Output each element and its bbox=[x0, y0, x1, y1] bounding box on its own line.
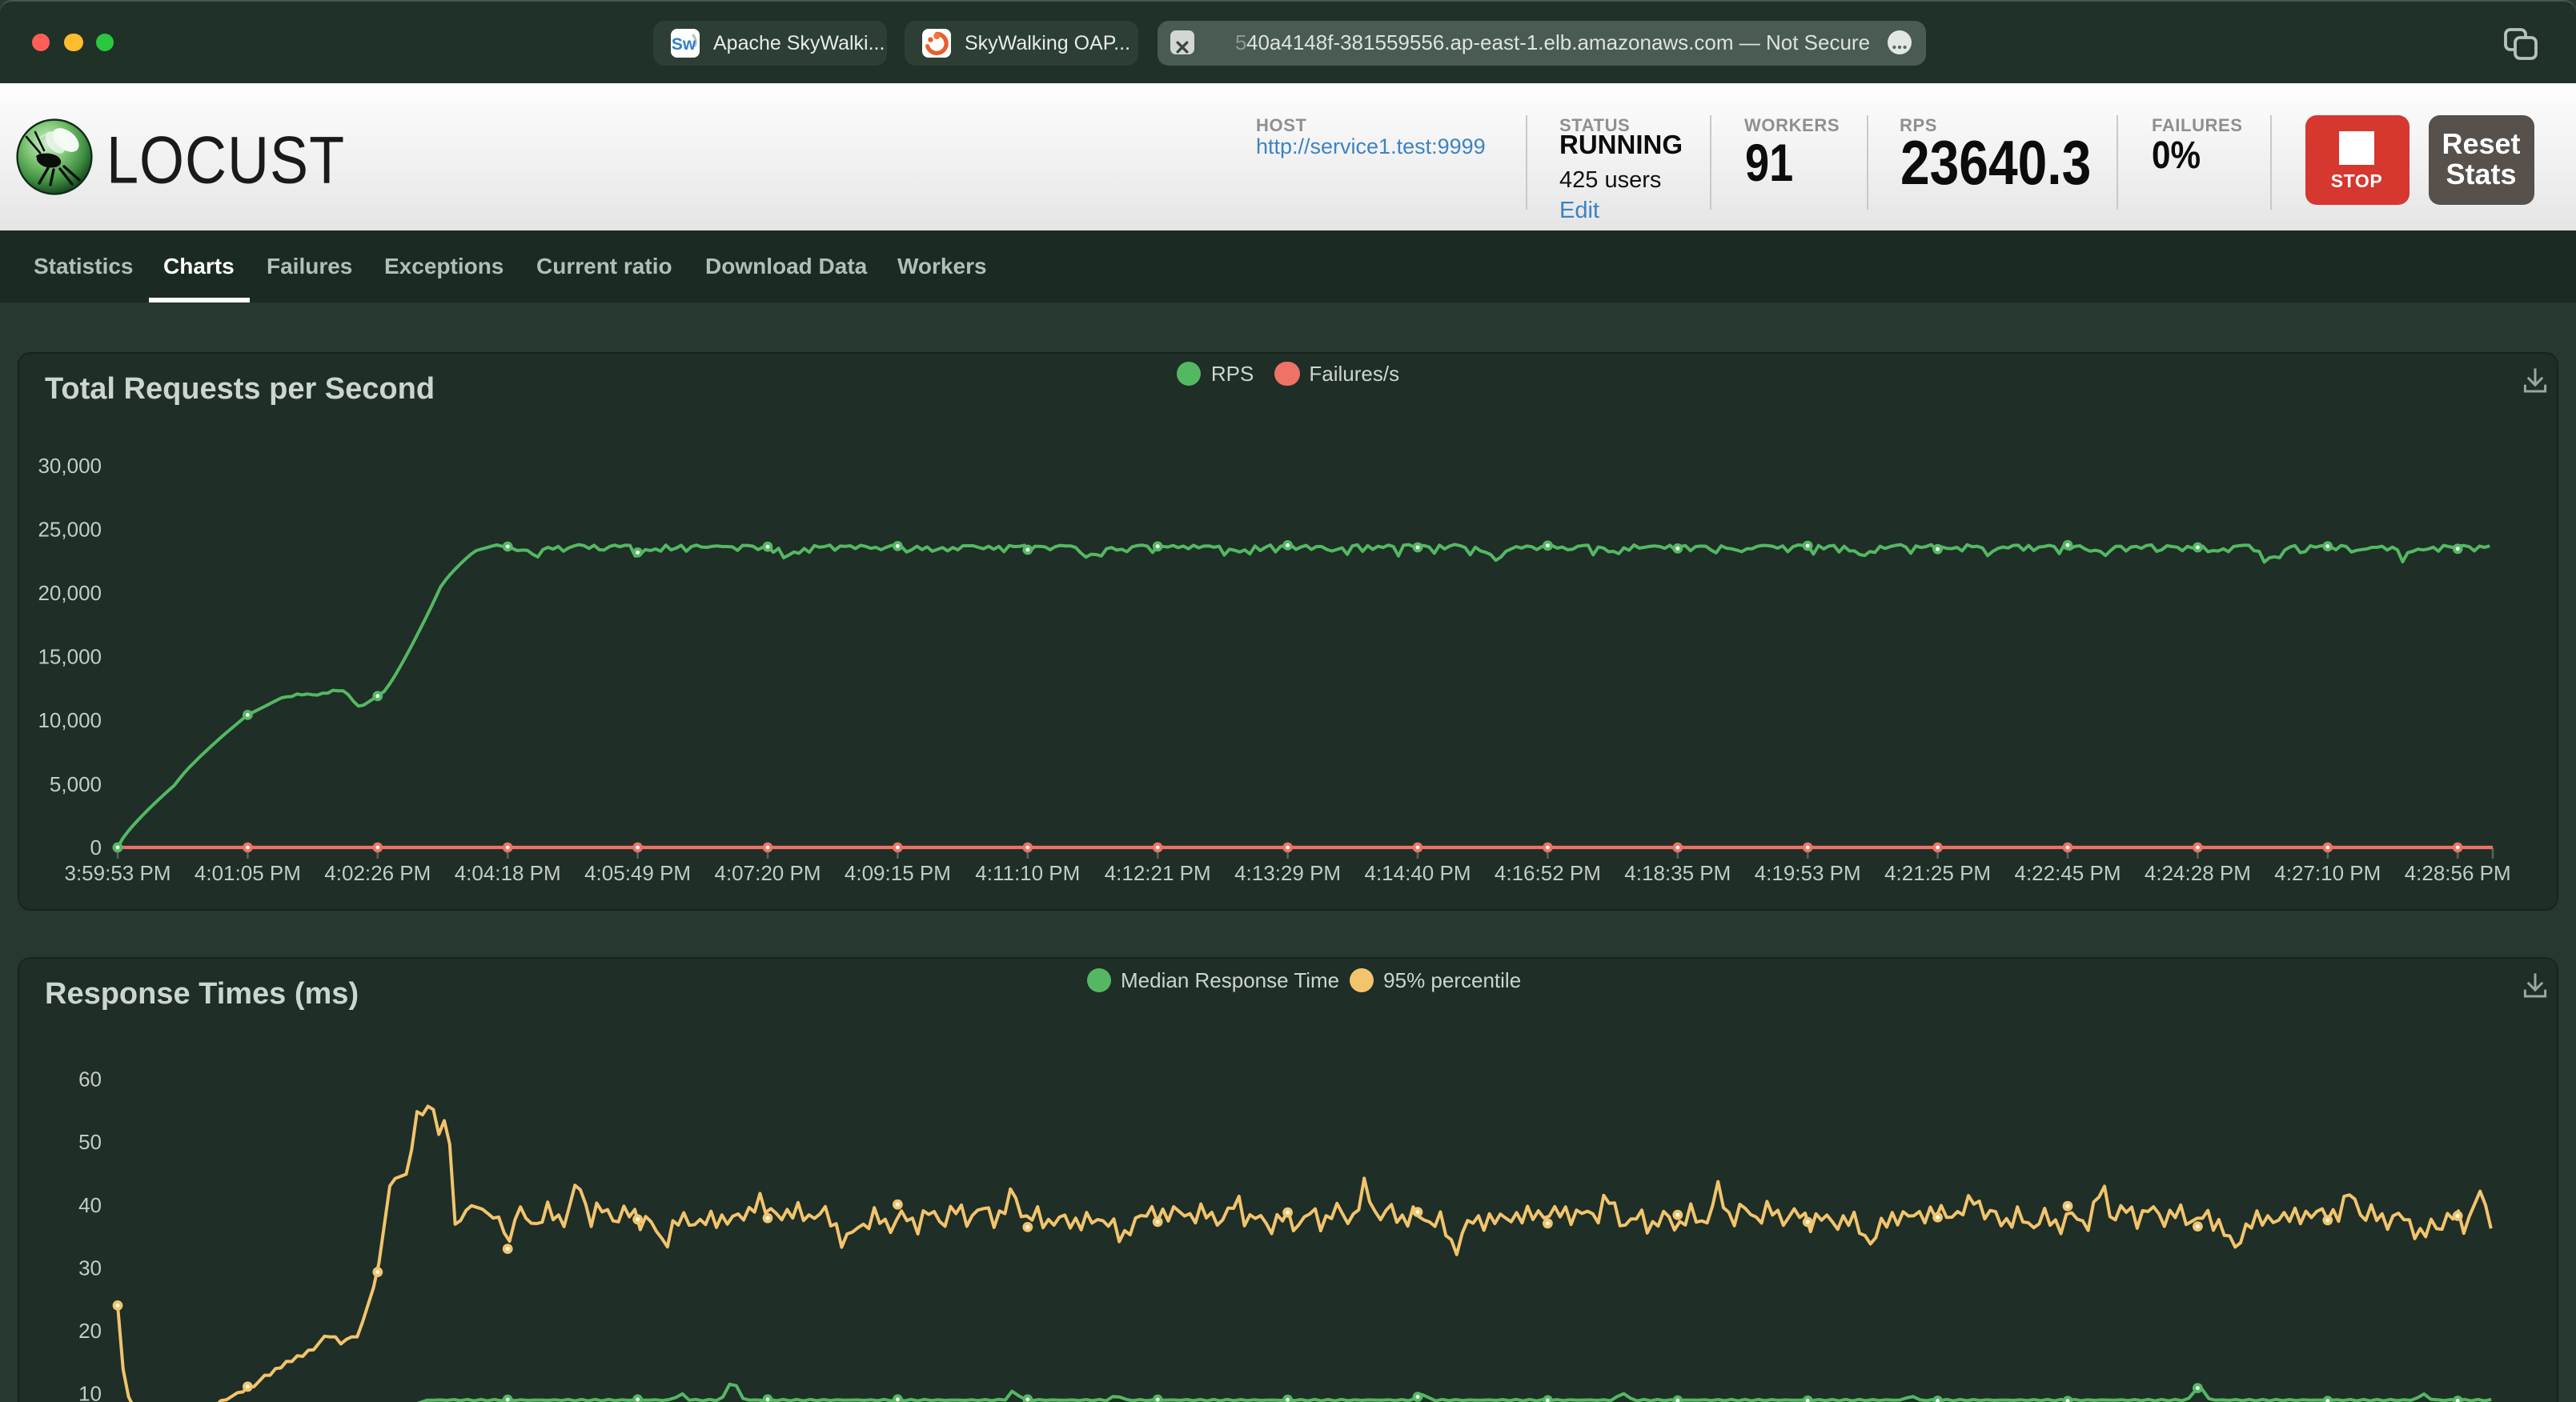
svg-text:4:12:21 PM: 4:12:21 PM bbox=[1105, 861, 1211, 885]
svg-text:3:59:53 PM: 3:59:53 PM bbox=[65, 861, 171, 885]
svg-text:20,000: 20,000 bbox=[38, 581, 102, 605]
svg-text:10: 10 bbox=[78, 1382, 102, 1402]
svg-text:4:11:10 PM: 4:11:10 PM bbox=[975, 861, 1080, 885]
svg-text:4:05:49 PM: 4:05:49 PM bbox=[584, 861, 691, 885]
svg-text:4:09:15 PM: 4:09:15 PM bbox=[845, 861, 951, 885]
svg-text:50: 50 bbox=[78, 1130, 102, 1154]
svg-text:4:27:10 PM: 4:27:10 PM bbox=[2274, 861, 2381, 885]
svg-text:0: 0 bbox=[90, 835, 102, 859]
svg-text:30,000: 30,000 bbox=[38, 454, 102, 478]
svg-text:25,000: 25,000 bbox=[38, 518, 102, 542]
svg-text:4:14:40 PM: 4:14:40 PM bbox=[1365, 861, 1471, 885]
svg-text:15,000: 15,000 bbox=[38, 645, 102, 669]
svg-text:4:16:52 PM: 4:16:52 PM bbox=[1495, 861, 1601, 885]
svg-text:4:02:26 PM: 4:02:26 PM bbox=[324, 861, 431, 885]
svg-text:40: 40 bbox=[78, 1193, 102, 1217]
svg-text:4:22:45 PM: 4:22:45 PM bbox=[2015, 861, 2121, 885]
svg-text:30: 30 bbox=[78, 1256, 102, 1280]
svg-text:4:28:56 PM: 4:28:56 PM bbox=[2405, 861, 2511, 885]
svg-text:4:13:29 PM: 4:13:29 PM bbox=[1234, 861, 1341, 885]
svg-text:4:24:28 PM: 4:24:28 PM bbox=[2145, 861, 2251, 885]
svg-text:10,000: 10,000 bbox=[38, 708, 102, 732]
svg-text:4:01:05 PM: 4:01:05 PM bbox=[195, 861, 301, 885]
svg-text:5,000: 5,000 bbox=[50, 772, 102, 796]
svg-text:60: 60 bbox=[78, 1068, 102, 1092]
svg-text:20: 20 bbox=[78, 1319, 102, 1343]
svg-text:4:21:25 PM: 4:21:25 PM bbox=[1884, 861, 1991, 885]
svg-text:4:18:35 PM: 4:18:35 PM bbox=[1624, 861, 1731, 885]
svg-text:4:07:20 PM: 4:07:20 PM bbox=[715, 861, 821, 885]
svg-text:4:04:18 PM: 4:04:18 PM bbox=[455, 861, 561, 885]
svg-text:Sw: Sw bbox=[672, 34, 696, 53]
svg-text:4:19:53 PM: 4:19:53 PM bbox=[1755, 861, 1861, 885]
